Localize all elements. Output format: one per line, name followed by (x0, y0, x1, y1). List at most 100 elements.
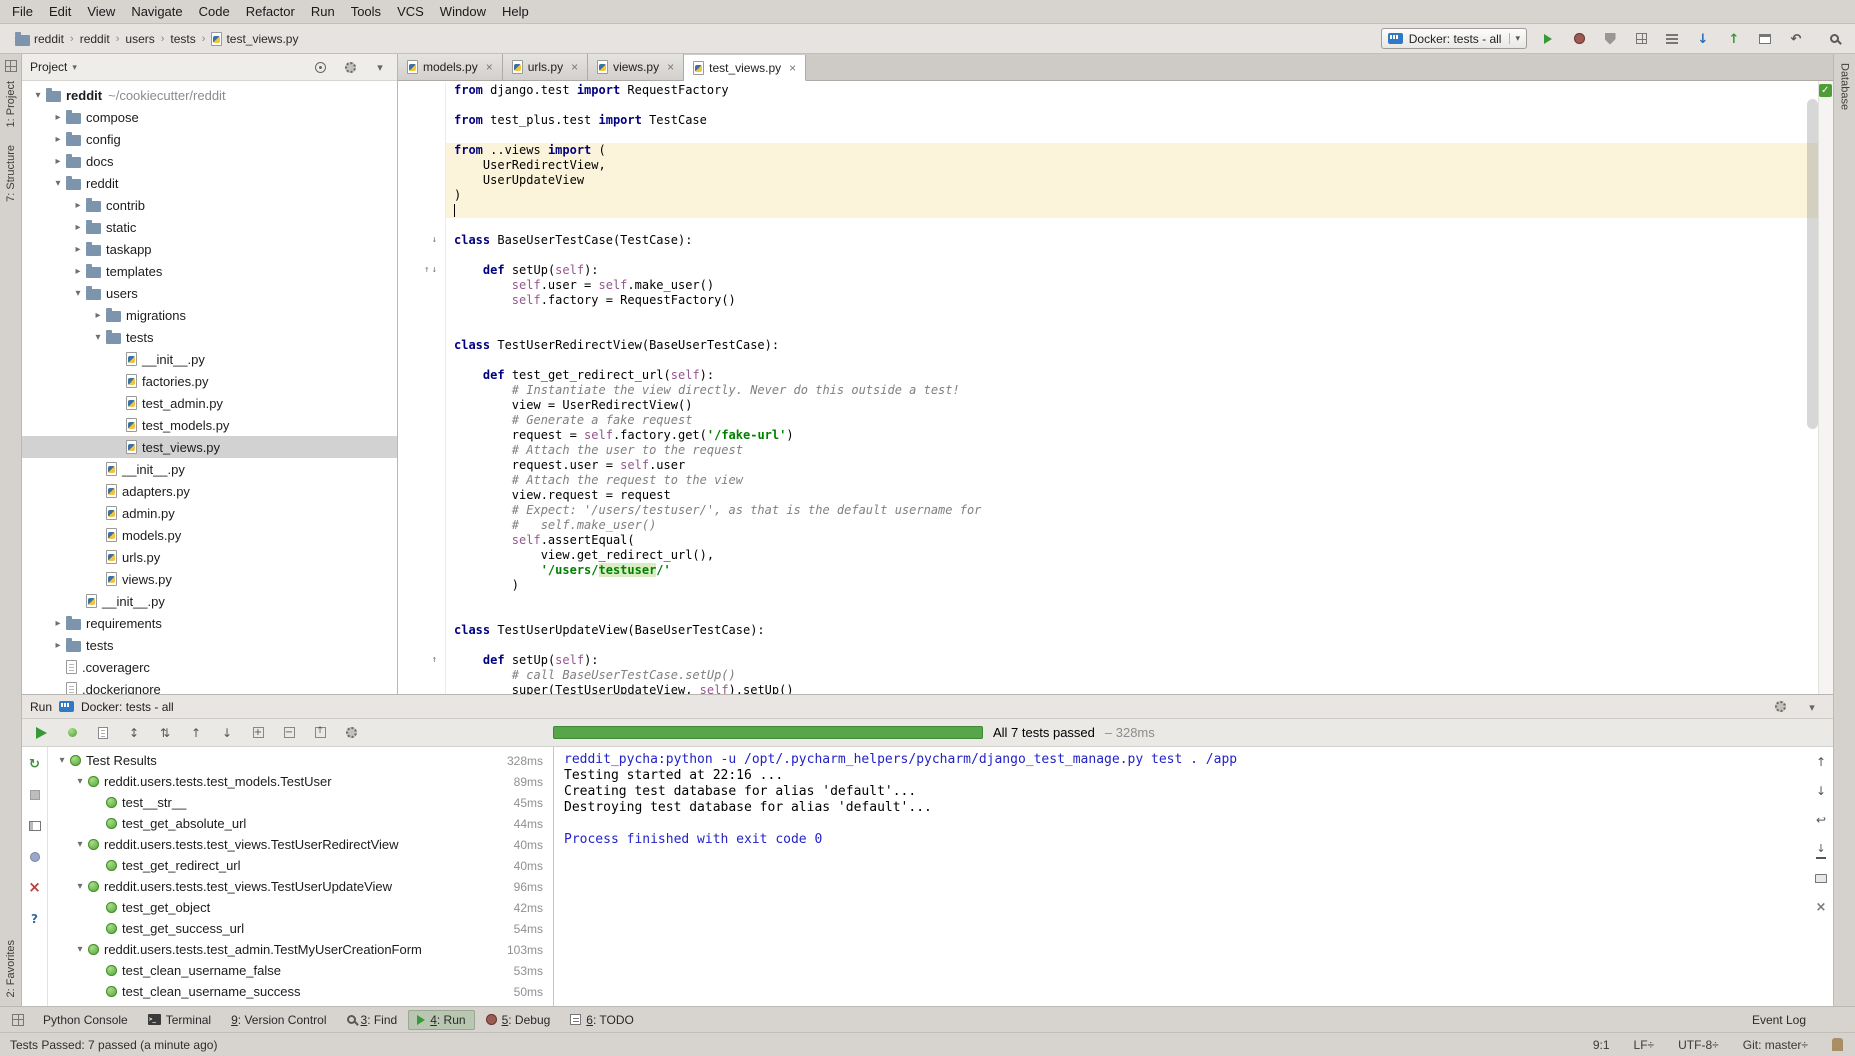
collapse-all-button[interactable] (280, 724, 298, 742)
close-tab-icon[interactable]: × (571, 60, 578, 74)
code-line[interactable]: UserUpdateView (398, 173, 1833, 188)
scroll-from-source-button[interactable] (311, 58, 329, 76)
menu-view[interactable]: View (79, 0, 123, 23)
code-line[interactable]: view.request = request (398, 488, 1833, 503)
test-tree-item-reddit-users-tests-test-views-testuserredirectview[interactable]: ▾reddit.users.tests.test_views.TestUserR… (48, 834, 553, 855)
code-line[interactable]: # Expect: '/users/testuser/', as that is… (398, 503, 1833, 518)
code-line[interactable] (398, 353, 1833, 368)
code-line[interactable]: from django.test import RequestFactory (398, 83, 1833, 98)
profiler-button[interactable] (1632, 30, 1650, 48)
project-tree-item-contrib[interactable]: ▸contrib (22, 194, 397, 216)
run-panel-config-label[interactable]: Docker: tests - all (81, 700, 174, 714)
code-line[interactable]: request.user = self.user (398, 458, 1833, 473)
show-passed-toggle[interactable] (63, 724, 81, 742)
project-tree-item-reddit[interactable]: ▾reddit (22, 172, 397, 194)
project-tree-item-static[interactable]: ▸static (22, 216, 397, 238)
toolbtn-debug[interactable]: 5: Debug (477, 1010, 560, 1030)
code-line[interactable] (398, 323, 1833, 338)
expand-arrow-icon[interactable]: ▸ (70, 266, 86, 277)
code-line[interactable]: class TestUserUpdateView(BaseUserTestCas… (398, 623, 1833, 638)
code-line[interactable]: from test_plus.test import TestCase (398, 113, 1833, 128)
expand-all-button[interactable] (249, 724, 267, 742)
scroll-to-end-button[interactable] (1812, 840, 1830, 858)
project-tree-item-init-py[interactable]: __init__.py (22, 348, 397, 370)
close-button[interactable] (26, 879, 44, 897)
test-tree-item-test-str[interactable]: test__str__45ms (48, 792, 553, 813)
collapse-arrow-icon[interactable]: ▾ (90, 332, 106, 343)
project-tree-item-tests[interactable]: ▾tests (22, 326, 397, 348)
collapse-arrow-icon[interactable]: ▾ (72, 839, 88, 850)
code-line[interactable] (398, 98, 1833, 113)
test-tree-item-test-clean-username-false[interactable]: test_clean_username_false53ms (48, 960, 553, 981)
code-line[interactable]: self.factory = RequestFactory() (398, 293, 1833, 308)
code-line[interactable]: ↓class BaseUserTestCase(TestCase): (398, 233, 1833, 248)
help-button[interactable] (26, 910, 44, 928)
code-line[interactable] (398, 638, 1833, 653)
code-line[interactable]: # Instantiate the view directly. Never d… (398, 383, 1833, 398)
project-tree-item-test-models-py[interactable]: test_models.py (22, 414, 397, 436)
overridden-marker-icon[interactable]: ↓ (432, 236, 437, 245)
breadcrumb-item-reddit[interactable]: reddit (12, 30, 67, 48)
toolbtn-todo[interactable]: 6: TODO (561, 1010, 643, 1030)
collapse-arrow-icon[interactable]: ▾ (72, 944, 88, 955)
code-line[interactable]: super(TestUserUpdateView, self).setUp() (398, 683, 1833, 694)
run-options-button[interactable] (342, 724, 360, 742)
tool-tab-database[interactable]: Database (1839, 63, 1851, 110)
code-line[interactable] (398, 128, 1833, 143)
code-line[interactable]: ) (398, 578, 1833, 593)
code-line[interactable] (398, 608, 1833, 623)
project-tree-item-tests[interactable]: ▸tests (22, 634, 397, 656)
sort-alphabetically-toggle[interactable] (125, 724, 143, 742)
code-line[interactable] (398, 218, 1833, 233)
restore-layout-button[interactable] (26, 817, 44, 835)
project-tree-item-test-views-py[interactable]: test_views.py (22, 436, 397, 458)
menu-edit[interactable]: Edit (41, 0, 79, 23)
test-tree-item-test-get-object[interactable]: test_get_object42ms (48, 897, 553, 918)
project-tree-item-config[interactable]: ▸config (22, 128, 397, 150)
editor-tab-urls-py[interactable]: urls.py× (503, 54, 588, 80)
project-tree-item-admin-py[interactable]: admin.py (22, 502, 397, 524)
editor-tab-test-views-py[interactable]: test_views.py× (684, 55, 806, 81)
code-line[interactable]: view = UserRedirectView() (398, 398, 1833, 413)
expand-arrow-icon[interactable]: ▸ (90, 310, 106, 321)
run-configuration-select[interactable]: Docker: tests - all ▾ (1381, 28, 1527, 49)
open-in-window-button[interactable] (1756, 30, 1774, 48)
rerun-button[interactable] (26, 755, 44, 773)
rerun-tests-button[interactable] (32, 724, 50, 742)
test-tree-item-test-get-absolute-url[interactable]: test_get_absolute_url44ms (48, 813, 553, 834)
tool-tab-favorites[interactable]: 2: Favorites (5, 940, 17, 997)
code-line[interactable]: request = self.factory.get('/fake-url') (398, 428, 1833, 443)
next-occurrence-button[interactable] (1812, 782, 1830, 800)
menu-vcs[interactable]: VCS (389, 0, 432, 23)
project-tree-item-compose[interactable]: ▸compose (22, 106, 397, 128)
test-history-button[interactable] (311, 724, 329, 742)
vcs-push-button[interactable] (1725, 30, 1743, 48)
test-tree-item-reddit-users-tests-test-admin-testmyusercreationform[interactable]: ▾reddit.users.tests.test_admin.TestMyUse… (48, 939, 553, 960)
status-git-branch[interactable]: Git: master÷ (1743, 1038, 1808, 1052)
hide-panel-button[interactable] (371, 58, 389, 76)
toolbtn-terminal[interactable]: Terminal (139, 1010, 220, 1030)
collapse-arrow-icon[interactable]: ▾ (54, 755, 70, 766)
search-everywhere-button[interactable] (1823, 28, 1845, 50)
undo-button[interactable] (1787, 30, 1805, 48)
next-failed-test-button[interactable] (218, 724, 236, 742)
menu-run[interactable]: Run (303, 0, 343, 23)
status-line-separator[interactable]: LF÷ (1634, 1038, 1655, 1052)
toolbtn-find[interactable]: 3: Find (338, 1010, 407, 1030)
expand-arrow-icon[interactable]: ▸ (50, 112, 66, 123)
code-line[interactable]: class TestUserRedirectView(BaseUserTestC… (398, 338, 1833, 353)
expand-arrow-icon[interactable]: ▸ (50, 134, 66, 145)
code-line[interactable]: '/users/testuser/' (398, 563, 1833, 578)
expand-arrow-icon[interactable]: ▸ (50, 156, 66, 167)
project-tree-item-reddit[interactable]: ▾reddit~/cookiecutter/reddit (22, 84, 397, 106)
close-tab-icon[interactable]: × (667, 60, 674, 74)
toolbtn-python-console[interactable]: Python Console (34, 1010, 137, 1030)
code-line[interactable]: UserRedirectView, (398, 158, 1833, 173)
code-line[interactable]: # Generate a fake request (398, 413, 1833, 428)
sort-by-duration-toggle[interactable] (156, 724, 174, 742)
editor-scrollbar[interactable] (1807, 99, 1818, 429)
code-line[interactable]: self.assertEqual( (398, 533, 1833, 548)
menu-tools[interactable]: Tools (343, 0, 389, 23)
editor-tab-models-py[interactable]: models.py× (398, 54, 503, 80)
coverage-button[interactable] (1601, 30, 1619, 48)
